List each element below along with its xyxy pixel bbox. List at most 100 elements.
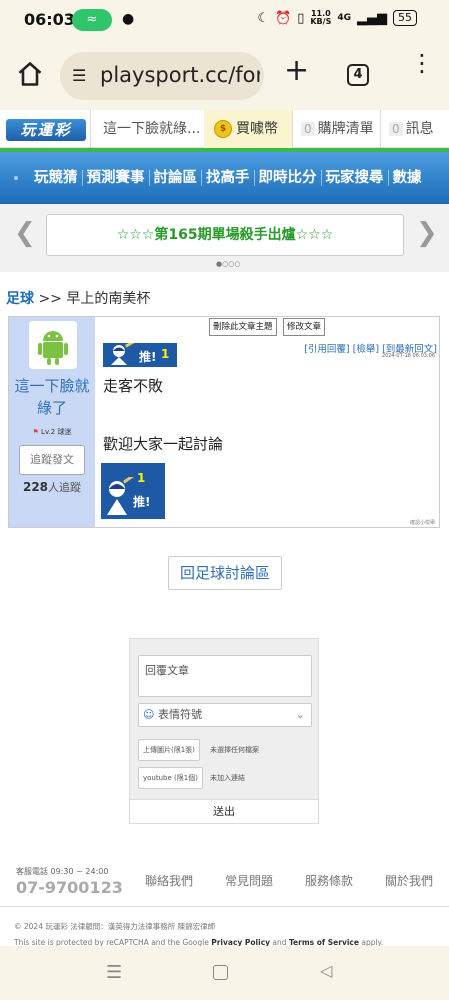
report-note[interactable]: 確認小檢舉 — [410, 519, 435, 526]
follower-count: 228人追蹤 — [22, 480, 82, 494]
submit-button[interactable]: 送出 — [130, 799, 318, 823]
hotspot-icon: ≈ — [72, 9, 112, 31]
site-footer: 客服電話 09:30 ~ 24:00 07-9700123 聯絡我們 常見問題 … — [0, 862, 449, 908]
carousel-next-icon[interactable]: ❯ — [416, 218, 438, 248]
reply-form: 回覆文章 ☺ 表情符號 ⌄ 上傳圖片(限1張) 未選擇任何檔案 youtube … — [129, 638, 319, 824]
coin-icon: $ — [214, 120, 232, 138]
support-phone[interactable]: 07-9700123 — [16, 878, 123, 897]
emoji-select[interactable]: ☺ 表情符號 ⌄ — [138, 703, 312, 727]
back-to-forum-button[interactable]: 回足球討論區 — [168, 556, 282, 590]
alarm-icon: ⏰ — [275, 10, 292, 26]
baseball-player-icon — [111, 343, 137, 365]
browser-toolbar: ☰ playsport.cc/for + 4 ⋮ — [0, 40, 449, 110]
address-bar[interactable]: ☰ playsport.cc/for — [60, 52, 264, 100]
footer-link-contact[interactable]: 聯絡我們 — [145, 872, 225, 889]
smile-icon: ☺ — [143, 708, 155, 721]
youtube-status: 未加入連結 — [210, 774, 245, 782]
main-nav-items: 玩競猜 預測賽事 討論區 找高手 即時比分 玩家搜尋 數據 — [30, 152, 426, 204]
push-label: 推! — [133, 495, 151, 509]
nav-experts[interactable]: 找高手 — [202, 170, 255, 186]
url-text[interactable]: playsport.cc/for — [100, 63, 260, 87]
forum-post: 這一下臉就綠了 ⚑ Lv.2 球迷 追蹤發文 228人追蹤 刪除此文章主題 修改… — [8, 316, 440, 528]
user-menu[interactable]: 這一下臉就綠... — [90, 110, 204, 148]
coin-label: 買噱幣 — [236, 121, 278, 137]
announcement-carousel: ❮ ☆☆☆第165期單場殺手出爐☆☆☆ ❯ ●○○○ — [0, 204, 449, 272]
nav-guess[interactable]: 玩競猜 — [30, 170, 83, 186]
push-label: 推! — [139, 350, 157, 364]
announcement-text[interactable]: ☆☆☆第165期單場殺手出爐☆☆☆ — [46, 214, 404, 256]
cart-count: 0 — [301, 122, 315, 136]
battery-icon: 55 — [393, 10, 417, 26]
chevron-down-icon: ⌄ — [295, 708, 305, 721]
baseball-player-icon — [107, 477, 135, 515]
tab-switcher-button[interactable]: 4 — [347, 64, 369, 86]
messages-link[interactable]: 0 訊息 — [380, 110, 449, 148]
breadcrumb-sport[interactable]: 足球 — [6, 291, 34, 307]
push-badge[interactable]: 推! 1 — [103, 343, 177, 367]
msg-label: 訊息 — [405, 121, 434, 137]
coin-button[interactable]: $ 買噱幣 — [204, 110, 292, 148]
copyright-section: © 2024 玩運彩 法律顧問：漢英得力法律事務所 陳錦宏律師 This sit… — [0, 906, 449, 947]
back-icon[interactable]: ◁ — [320, 961, 332, 980]
post-date: 2024-07-18 06:03:06 — [381, 353, 435, 359]
vibrate-icon: ▯ — [297, 10, 305, 26]
support-hours: 客服電話 09:30 ~ 24:00 — [16, 867, 109, 876]
author-name[interactable]: 這一下臉就綠了 — [9, 375, 95, 419]
new-tab-icon[interactable]: + — [284, 56, 309, 86]
post-body-line: 走客不敗 — [103, 377, 164, 395]
msg-count: 0 — [389, 122, 403, 136]
breadcrumb: 足球 >> 早上的南美杯 — [6, 288, 150, 308]
signal-bars-icon: ▂▄▆ — [357, 10, 387, 26]
footer-link-terms[interactable]: 服務條款 — [305, 872, 385, 889]
upload-image-button[interactable]: 上傳圖片(限1張) — [138, 739, 200, 761]
copyright-text: © 2024 玩運彩 法律顧問：漢英得力法律事務所 陳錦宏律師 — [14, 922, 216, 931]
nav-livescore[interactable]: 即時比分 — [255, 170, 322, 186]
edit-post-button[interactable]: 修改文章 — [283, 318, 326, 336]
author-level: ⚑ Lv.2 球迷 — [32, 428, 72, 436]
more-menu-icon[interactable]: ⋮ — [410, 51, 434, 75]
reply-textarea[interactable]: 回覆文章 — [138, 655, 312, 697]
report-link[interactable]: [檢舉] — [353, 344, 379, 355]
follow-button[interactable]: 追蹤發文 — [19, 445, 85, 475]
system-nav-bar: ☰ ◁ — [0, 946, 449, 1000]
nav-dot — [14, 176, 18, 180]
carousel-dots: ●○○○ — [216, 260, 241, 268]
push-count: 1 — [137, 471, 146, 485]
net-speed: 11.0 KB/S — [310, 9, 332, 26]
page-title: 早上的南美杯 — [66, 291, 151, 307]
site-top-nav: 玩運彩 這一下臉就綠... $ 買噱幣 0 購牌清單 0 訊息 — [0, 110, 449, 148]
breadcrumb-sep: >> — [38, 291, 62, 307]
chat-bubble-icon: ● — [122, 11, 135, 27]
push-count: 1 — [161, 347, 170, 361]
youtube-button[interactable]: youtube (限1個) — [138, 767, 203, 789]
home-icon[interactable] — [16, 60, 44, 88]
signal-4g: 4G — [337, 13, 351, 23]
recent-apps-icon[interactable]: ☰ — [106, 962, 122, 983]
upload-status: 未選擇任何檔案 — [210, 746, 259, 754]
footer-link-about[interactable]: 關於我們 — [385, 872, 449, 889]
footer-link-faq[interactable]: 常見問題 — [225, 872, 305, 889]
footer-links: 聯絡我們 常見問題 服務條款 關於我們 — [145, 872, 449, 889]
system-status-bar: 06:03 ≈ ● ☾ ⏰ ▯ 11.0 KB/S 4G ▂▄▆ 55 — [0, 0, 449, 40]
cart-link[interactable]: 0 購牌清單 — [292, 110, 380, 148]
author-panel: 這一下臉就綠了 ⚑ Lv.2 球迷 追蹤發文 228人追蹤 — [9, 317, 95, 527]
push-button[interactable]: 1 推! — [101, 463, 165, 519]
nav-stats[interactable]: 數據 — [389, 170, 426, 186]
home-button-icon[interactable] — [213, 965, 228, 980]
carousel-prev-icon[interactable]: ❮ — [14, 218, 36, 248]
status-icons: ☾ ⏰ ▯ 11.0 KB/S 4G ▂▄▆ 55 — [257, 10, 417, 26]
emoji-select-label: 表情符號 — [157, 708, 202, 721]
cart-label: 購牌清單 — [317, 121, 374, 137]
delete-topic-button[interactable]: 刪除此文章主題 — [209, 318, 277, 336]
quote-reply-link[interactable]: [引用回覆] — [304, 344, 349, 355]
site-logo[interactable]: 玩運彩 — [6, 119, 86, 141]
post-body-line: 歡迎大家一起討論 — [103, 435, 224, 453]
moon-icon: ☾ — [257, 10, 270, 26]
nav-forum[interactable]: 討論區 — [150, 170, 202, 186]
level-flag-icon: ⚑ — [32, 428, 39, 436]
nav-predict[interactable]: 預測賽事 — [83, 170, 150, 186]
avatar[interactable] — [29, 321, 77, 369]
clock: 06:03 — [24, 10, 75, 29]
nav-player-search[interactable]: 玩家搜尋 — [322, 170, 389, 186]
site-settings-icon[interactable]: ☰ — [72, 66, 86, 85]
